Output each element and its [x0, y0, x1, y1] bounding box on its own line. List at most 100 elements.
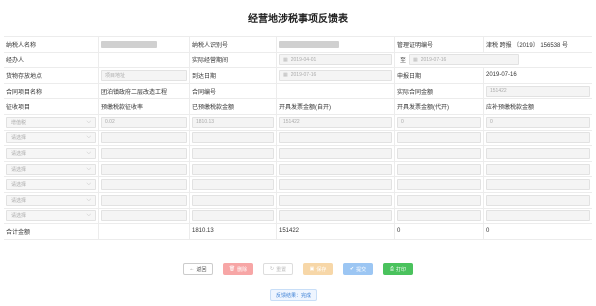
rate-field[interactable] [101, 147, 187, 159]
save-button[interactable]: ▣ 保存 [303, 263, 333, 275]
period-start-field[interactable]: ▦ 2019-04-01 [279, 54, 392, 66]
supp-field[interactable] [486, 179, 590, 191]
self-field[interactable] [279, 210, 392, 222]
label-storage: 货物存放地点 [4, 68, 99, 83]
col-self-header: 开具发票金额(自开) [277, 99, 395, 114]
submit-button[interactable]: ✔ 提交 [343, 263, 373, 275]
supp-field[interactable]: 0 [486, 116, 590, 128]
total-rate [99, 224, 190, 239]
reset-icon: ↻ [269, 266, 275, 272]
prepaid-field[interactable] [192, 179, 274, 191]
table-row: 请选择 ⌵ [4, 146, 592, 162]
rate-field[interactable] [101, 194, 187, 206]
self-field[interactable]: 151422 [279, 116, 392, 128]
chevron-down-icon: ⌵ [86, 149, 91, 156]
table-row: 请选择 ⌵ [4, 192, 592, 209]
prepaid-field[interactable] [192, 132, 274, 144]
supp-field[interactable] [486, 132, 590, 144]
item-select[interactable]: 请选择 ⌵ [6, 163, 96, 175]
label-declare-date: 申报日期 [395, 68, 484, 83]
label-contract-amount: 实际合同金额 [395, 83, 484, 99]
label-cert-no: 管理证明编号 [395, 37, 484, 52]
print-button[interactable]: ⎙ 打印 [383, 263, 413, 275]
storage-field[interactable]: 项目地址 [101, 69, 187, 81]
rate-field[interactable]: 0.02 [101, 116, 187, 128]
chevron-down-icon: ⌵ [86, 118, 91, 125]
total-supp: 0 [486, 228, 490, 235]
label-taxpayer-id: 纳税人识别号 [190, 37, 277, 52]
agent-field[interactable] [397, 132, 481, 144]
supp-field[interactable] [486, 147, 590, 159]
prepaid-field[interactable] [192, 163, 274, 175]
calendar-icon: ▦ [413, 56, 418, 63]
label-total: 合计金额 [4, 224, 99, 239]
calendar-icon: ▦ [283, 56, 288, 63]
declare-date-value: 2019-07-16 [486, 72, 517, 79]
contract-amount-field[interactable]: 151422 [486, 85, 590, 97]
chevron-down-icon: ⌵ [86, 165, 91, 172]
contract-no-value [277, 83, 395, 99]
page-title: 经营地涉税事项反馈表 [248, 14, 348, 25]
taxpayer-id-value [277, 37, 395, 52]
agent-field[interactable] [397, 210, 481, 222]
item-select[interactable]: 请选择 ⌵ [6, 132, 96, 144]
label-contract-name: 合同项目名称 [4, 83, 99, 99]
agent-field[interactable] [397, 194, 481, 206]
rate-field[interactable] [101, 132, 187, 144]
label-contract-no: 合同编号 [190, 83, 277, 99]
cert-no-value: 津税 跨报 〔2019〕 156538 号 [486, 42, 569, 49]
period-end-field[interactable]: ▦ 2019-07-16 [409, 54, 520, 66]
item-select[interactable]: 请选择 ⌵ [6, 194, 96, 206]
agent-field[interactable] [397, 163, 481, 175]
self-field[interactable] [279, 132, 392, 144]
arrival-field[interactable]: ▦ 2019-07-16 [279, 69, 392, 81]
arrow-left-icon: ← [189, 266, 195, 272]
prepaid-field[interactable] [192, 147, 274, 159]
prepaid-field[interactable]: 1810.13 [192, 116, 274, 128]
storage-cell: 项目地址 [99, 68, 190, 83]
self-field[interactable] [279, 179, 392, 191]
delete-button[interactable]: 🗑 删除 [223, 263, 253, 275]
self-field[interactable] [279, 163, 392, 175]
item-select[interactable]: 请选择 ⌵ [6, 210, 96, 222]
print-icon: ⎙ [389, 266, 394, 272]
back-button[interactable]: ← 返回 [183, 263, 213, 275]
col-item-header: 征收项目 [4, 99, 99, 114]
rate-field[interactable] [101, 210, 187, 222]
supp-field[interactable] [486, 210, 590, 222]
label-arrival: 到达日期 [190, 68, 277, 83]
rate-field[interactable] [101, 179, 187, 191]
check-circle-icon: ✔ [349, 266, 355, 272]
arrival-cell: ▦ 2019-07-16 [277, 68, 395, 83]
contract-name-value: 团泊镇政府二层改造工程 [99, 83, 190, 99]
prepaid-field[interactable] [192, 210, 274, 222]
contract-amount-cell: 151422 [484, 84, 592, 99]
item-select[interactable]: 请选择 ⌵ [6, 179, 96, 191]
label-taxpayer-name: 纳税人名称 [4, 37, 99, 52]
self-field[interactable] [279, 194, 392, 206]
item-select[interactable]: 增值税 ⌵ [6, 116, 96, 128]
calendar-icon: ▦ [283, 72, 288, 79]
table-row: 增值税 ⌵ 0.02 1810.13 151422 0 0 [4, 114, 592, 131]
agent-field[interactable] [397, 179, 481, 191]
supp-field[interactable] [486, 163, 590, 175]
col-rate-header: 预缴税款征收率 [99, 99, 190, 114]
label-agent: 经办人 [4, 52, 99, 68]
agent-field[interactable] [397, 147, 481, 159]
table-row: 请选择 ⌵ [4, 177, 592, 193]
supp-field[interactable] [486, 194, 590, 206]
agent-value [99, 52, 190, 68]
prepaid-field[interactable] [192, 194, 274, 206]
table-row: 请选择 ⌵ [4, 208, 592, 225]
total-prepaid: 1810.13 [190, 224, 277, 239]
item-select[interactable]: 请选择 ⌵ [6, 147, 96, 159]
self-field[interactable] [279, 147, 392, 159]
rate-field[interactable] [101, 163, 187, 175]
chevron-down-icon: ⌵ [86, 212, 91, 219]
total-agent: 0 [395, 224, 484, 239]
action-bar: ← 返回 🗑 删除 ↻ 重置 ▣ 保存 ✔ 提交 ⎙ 打印 [0, 263, 596, 275]
trash-icon: 🗑 [228, 266, 236, 272]
reset-button[interactable]: ↻ 重置 [263, 263, 293, 275]
table-row: 请选择 ⌵ [4, 130, 592, 147]
agent-field[interactable]: 0 [397, 116, 481, 128]
